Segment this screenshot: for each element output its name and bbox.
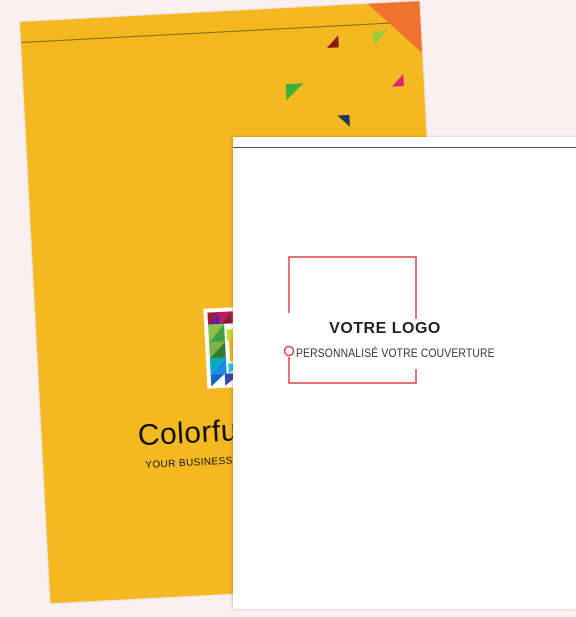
logo-title: VOTRE LOGO [329,320,441,337]
confetti-triangle-icon [372,30,388,46]
confetti-triangle-icon [285,83,305,101]
mockup-scene: Colorful YOUR BUSINESS TAGLINE VOTRE LOG… [0,0,576,617]
top-fold-line [233,147,576,148]
confetti-triangle-icon [391,74,404,87]
corner-accent [367,1,423,56]
confetti-triangle-icon [337,114,350,128]
confetti-triangle-icon [326,35,339,48]
fold-line [21,21,421,43]
brand-name: Colorful [136,413,246,453]
logo-subtitle: PERSONNALISÉ VOTRE COUVERTURE [296,346,495,360]
